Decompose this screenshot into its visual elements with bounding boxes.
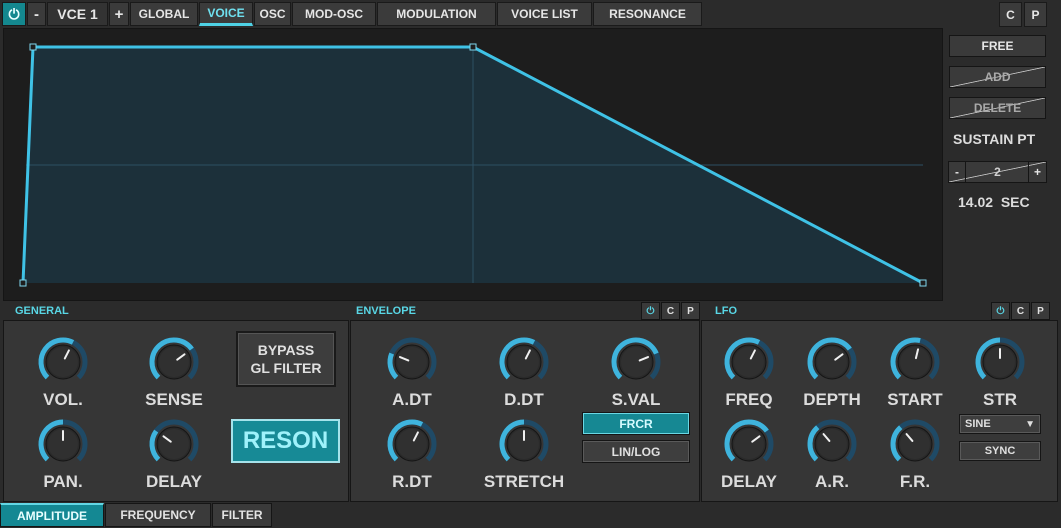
tab-voice[interactable]: VOICE xyxy=(199,2,253,26)
sustain-minus-button[interactable]: - xyxy=(949,162,966,182)
adt-knob[interactable] xyxy=(386,336,438,388)
sustain-point-stepper[interactable]: - 2 + xyxy=(948,161,1047,183)
vol-label: VOL. xyxy=(43,390,83,409)
general-section-title: GENERAL xyxy=(15,305,69,317)
ar-knob[interactable] xyxy=(806,418,858,470)
str-label: STR xyxy=(983,390,1017,409)
rdt-knob[interactable] xyxy=(386,418,438,470)
tab-filter[interactable]: FILTER xyxy=(212,503,272,527)
envelope-node[interactable] xyxy=(469,43,477,51)
chevron-down-icon: ▼ xyxy=(1025,418,1035,430)
envelope-paste-button[interactable]: P xyxy=(681,302,700,320)
voice-next-button[interactable]: + xyxy=(109,2,129,26)
lfo-power-icon[interactable]: ⏻ xyxy=(991,302,1010,320)
str-knob[interactable] xyxy=(974,336,1026,388)
envelope-node[interactable] xyxy=(19,279,27,287)
envelope-node[interactable] xyxy=(29,43,37,51)
tab-frequency[interactable]: FREQUENCY xyxy=(105,503,211,527)
copy-button[interactable]: C xyxy=(999,2,1022,27)
fr-knob[interactable] xyxy=(889,418,941,470)
depth-knob[interactable] xyxy=(806,336,858,388)
envelope-curve xyxy=(19,43,927,287)
sval-knob[interactable] xyxy=(610,336,662,388)
vol-knob[interactable] xyxy=(37,336,89,388)
tab-global[interactable]: GLOBAL xyxy=(130,2,198,26)
tab-mod-osc[interactable]: MOD-OSC xyxy=(292,2,376,26)
envelope-section-title: ENVELOPE xyxy=(356,305,416,317)
reson-button[interactable]: RESON xyxy=(231,419,340,463)
bypass-gl-filter-button[interactable]: BYPASS GL FILTER xyxy=(236,331,336,387)
lfo-copy-button[interactable]: C xyxy=(1011,302,1030,320)
freq-knob[interactable] xyxy=(723,336,775,388)
time-unit: SEC xyxy=(1000,194,1030,210)
add-point-button[interactable]: ADD xyxy=(949,66,1046,88)
bypass-line2: GL FILTER xyxy=(250,360,322,376)
tab-modulation[interactable]: MODULATION xyxy=(377,2,496,26)
free-button[interactable]: FREE xyxy=(949,35,1046,57)
lfo-wave-value: SINE xyxy=(965,418,991,430)
tab-amplitude[interactable]: AMPLITUDE xyxy=(0,503,104,527)
paste-button[interactable]: P xyxy=(1024,2,1047,27)
delay-label: DELAY xyxy=(145,472,203,491)
sense-label: SENSE xyxy=(145,390,203,409)
envelope-power-icon[interactable]: ⏻ xyxy=(641,302,660,320)
time-readout: 14.02 SEC xyxy=(958,194,1030,210)
time-value: 14.02 xyxy=(958,194,994,210)
stretch-label: STRETCH xyxy=(483,472,565,491)
envelope-graph[interactable] xyxy=(3,28,943,301)
lfo-delay-knob[interactable] xyxy=(723,418,775,470)
fr-label: F.R. xyxy=(899,472,931,491)
sval-label: S.VAL xyxy=(611,390,661,409)
sustain-point-label: SUSTAIN PT xyxy=(953,131,1036,147)
envelope-copy-button[interactable]: C xyxy=(661,302,680,320)
delay-knob[interactable] xyxy=(148,418,200,470)
frcr-button[interactable]: FRCR xyxy=(582,412,690,435)
start-knob[interactable] xyxy=(889,336,941,388)
sustain-plus-button[interactable]: + xyxy=(1028,162,1046,182)
lfo-wave-select[interactable]: SINE ▼ xyxy=(959,414,1041,434)
lin-log-button[interactable]: LIN/LOG xyxy=(582,440,690,463)
tab-osc[interactable]: OSC xyxy=(254,2,291,26)
voice-name: VCE 1 xyxy=(47,2,108,26)
lfo-sync-button[interactable]: SYNC xyxy=(959,441,1041,461)
top-bar: ⏻ - VCE 1 + GLOBAL VOICE OSC MOD-OSC MOD… xyxy=(0,0,1061,28)
sense-knob[interactable] xyxy=(148,336,200,388)
tab-voice-list[interactable]: VOICE LIST xyxy=(497,2,592,26)
pan-knob[interactable] xyxy=(37,418,89,470)
ddt-knob[interactable] xyxy=(498,336,550,388)
tab-resonance[interactable]: RESONANCE xyxy=(593,2,702,26)
pan-label: PAN. xyxy=(43,472,83,491)
ddt-label: D.DT xyxy=(504,390,544,409)
voice-prev-button[interactable]: - xyxy=(27,2,46,26)
envelope-node[interactable] xyxy=(919,279,927,287)
adt-label: A.DT xyxy=(392,390,432,409)
rdt-label: R.DT xyxy=(392,472,432,491)
lfo-paste-button[interactable]: P xyxy=(1031,302,1050,320)
stretch-knob[interactable] xyxy=(498,418,550,470)
delete-point-button[interactable]: DELETE xyxy=(949,97,1046,119)
power-icon[interactable]: ⏻ xyxy=(2,2,26,26)
bypass-line1: BYPASS xyxy=(257,342,315,358)
sustain-point-value: 2 xyxy=(994,165,1001,179)
lfo-section-title: LFO xyxy=(715,305,737,317)
